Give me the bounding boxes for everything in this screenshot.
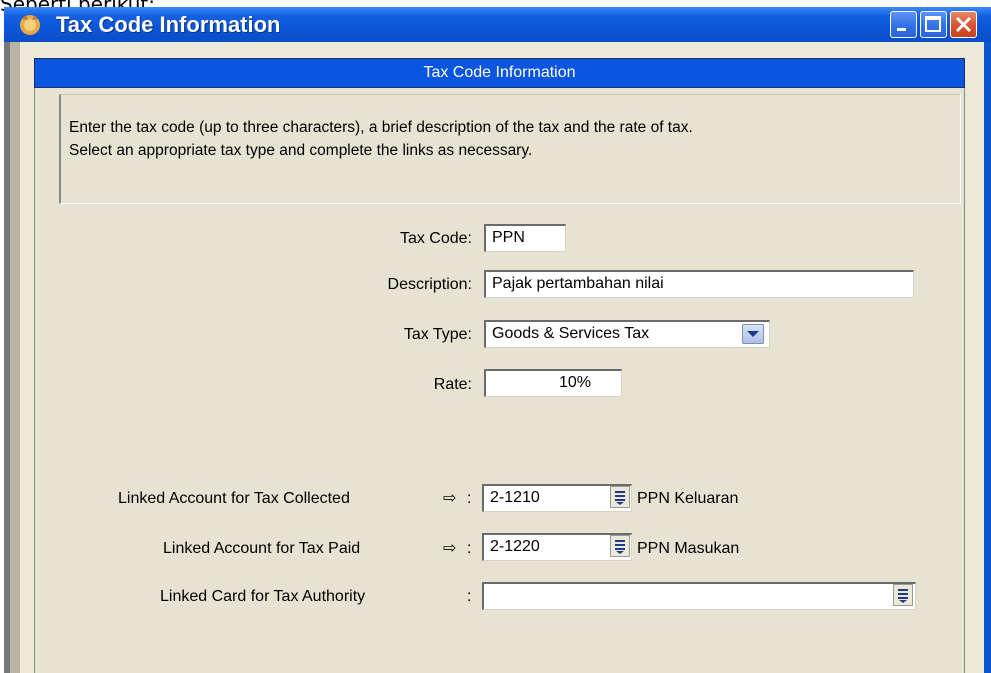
instructions-line-1: Enter the tax code (up to three characte… bbox=[69, 119, 693, 136]
linked-card-colon: : bbox=[467, 588, 472, 605]
section-header: Tax Code Information bbox=[34, 58, 965, 88]
list-button-authority[interactable] bbox=[893, 584, 913, 606]
rate-input[interactable]: 10% bbox=[484, 369, 622, 397]
list-button-paid[interactable] bbox=[610, 535, 630, 557]
list-icon bbox=[898, 589, 908, 603]
linked-paid-colon: : bbox=[467, 540, 472, 557]
minimize-button[interactable] bbox=[890, 11, 917, 38]
app-icon bbox=[20, 15, 40, 35]
close-icon bbox=[955, 16, 972, 33]
maximize-button[interactable] bbox=[920, 11, 947, 38]
linked-paid-label: Linked Account for Tax Paid bbox=[163, 540, 361, 557]
linked-collected-label: Linked Account for Tax Collected bbox=[118, 490, 350, 507]
instructions-line-2: Select an appropriate tax type and compl… bbox=[69, 142, 533, 159]
tax-type-dropdown-button[interactable] bbox=[742, 324, 764, 344]
window-frame-right bbox=[984, 42, 991, 673]
tax-type-value: Goods & Services Tax bbox=[492, 325, 650, 342]
arrow-right-icon[interactable]: ⇨ bbox=[443, 488, 456, 508]
linked-paid-account-name: PPN Masukan bbox=[637, 540, 740, 557]
linked-collected-account-name: PPN Keluaran bbox=[637, 490, 739, 507]
window-frame-inner-right bbox=[977, 42, 984, 673]
linked-card-input[interactable] bbox=[482, 582, 916, 610]
window-frame-inner-left bbox=[10, 42, 20, 673]
list-button-collected[interactable] bbox=[610, 486, 630, 508]
description-label: Description: bbox=[387, 276, 472, 293]
linked-card-label: Linked Card for Tax Authority bbox=[160, 588, 366, 605]
arrow-right-icon[interactable]: ⇨ bbox=[443, 538, 456, 558]
linked-collected-colon: : bbox=[467, 490, 472, 507]
tax-code-label: Tax Code: bbox=[399, 230, 472, 247]
description-input[interactable]: Pajak pertambahan nilai bbox=[484, 270, 914, 298]
maximize-icon bbox=[925, 16, 941, 32]
list-icon bbox=[615, 491, 625, 505]
minimize-icon bbox=[897, 28, 906, 31]
title-bar[interactable]: Tax Code Information bbox=[4, 7, 991, 42]
close-button[interactable] bbox=[950, 11, 977, 38]
tax-type-label: Tax Type: bbox=[403, 326, 472, 343]
tax-type-select[interactable]: Goods & Services Tax bbox=[484, 320, 770, 348]
rate-label: Rate: bbox=[433, 376, 472, 393]
tax-code-input[interactable]: PPN bbox=[484, 224, 566, 252]
list-icon bbox=[615, 540, 625, 554]
chevron-down-icon bbox=[747, 331, 759, 337]
window-title: Tax Code Information bbox=[56, 12, 281, 37]
